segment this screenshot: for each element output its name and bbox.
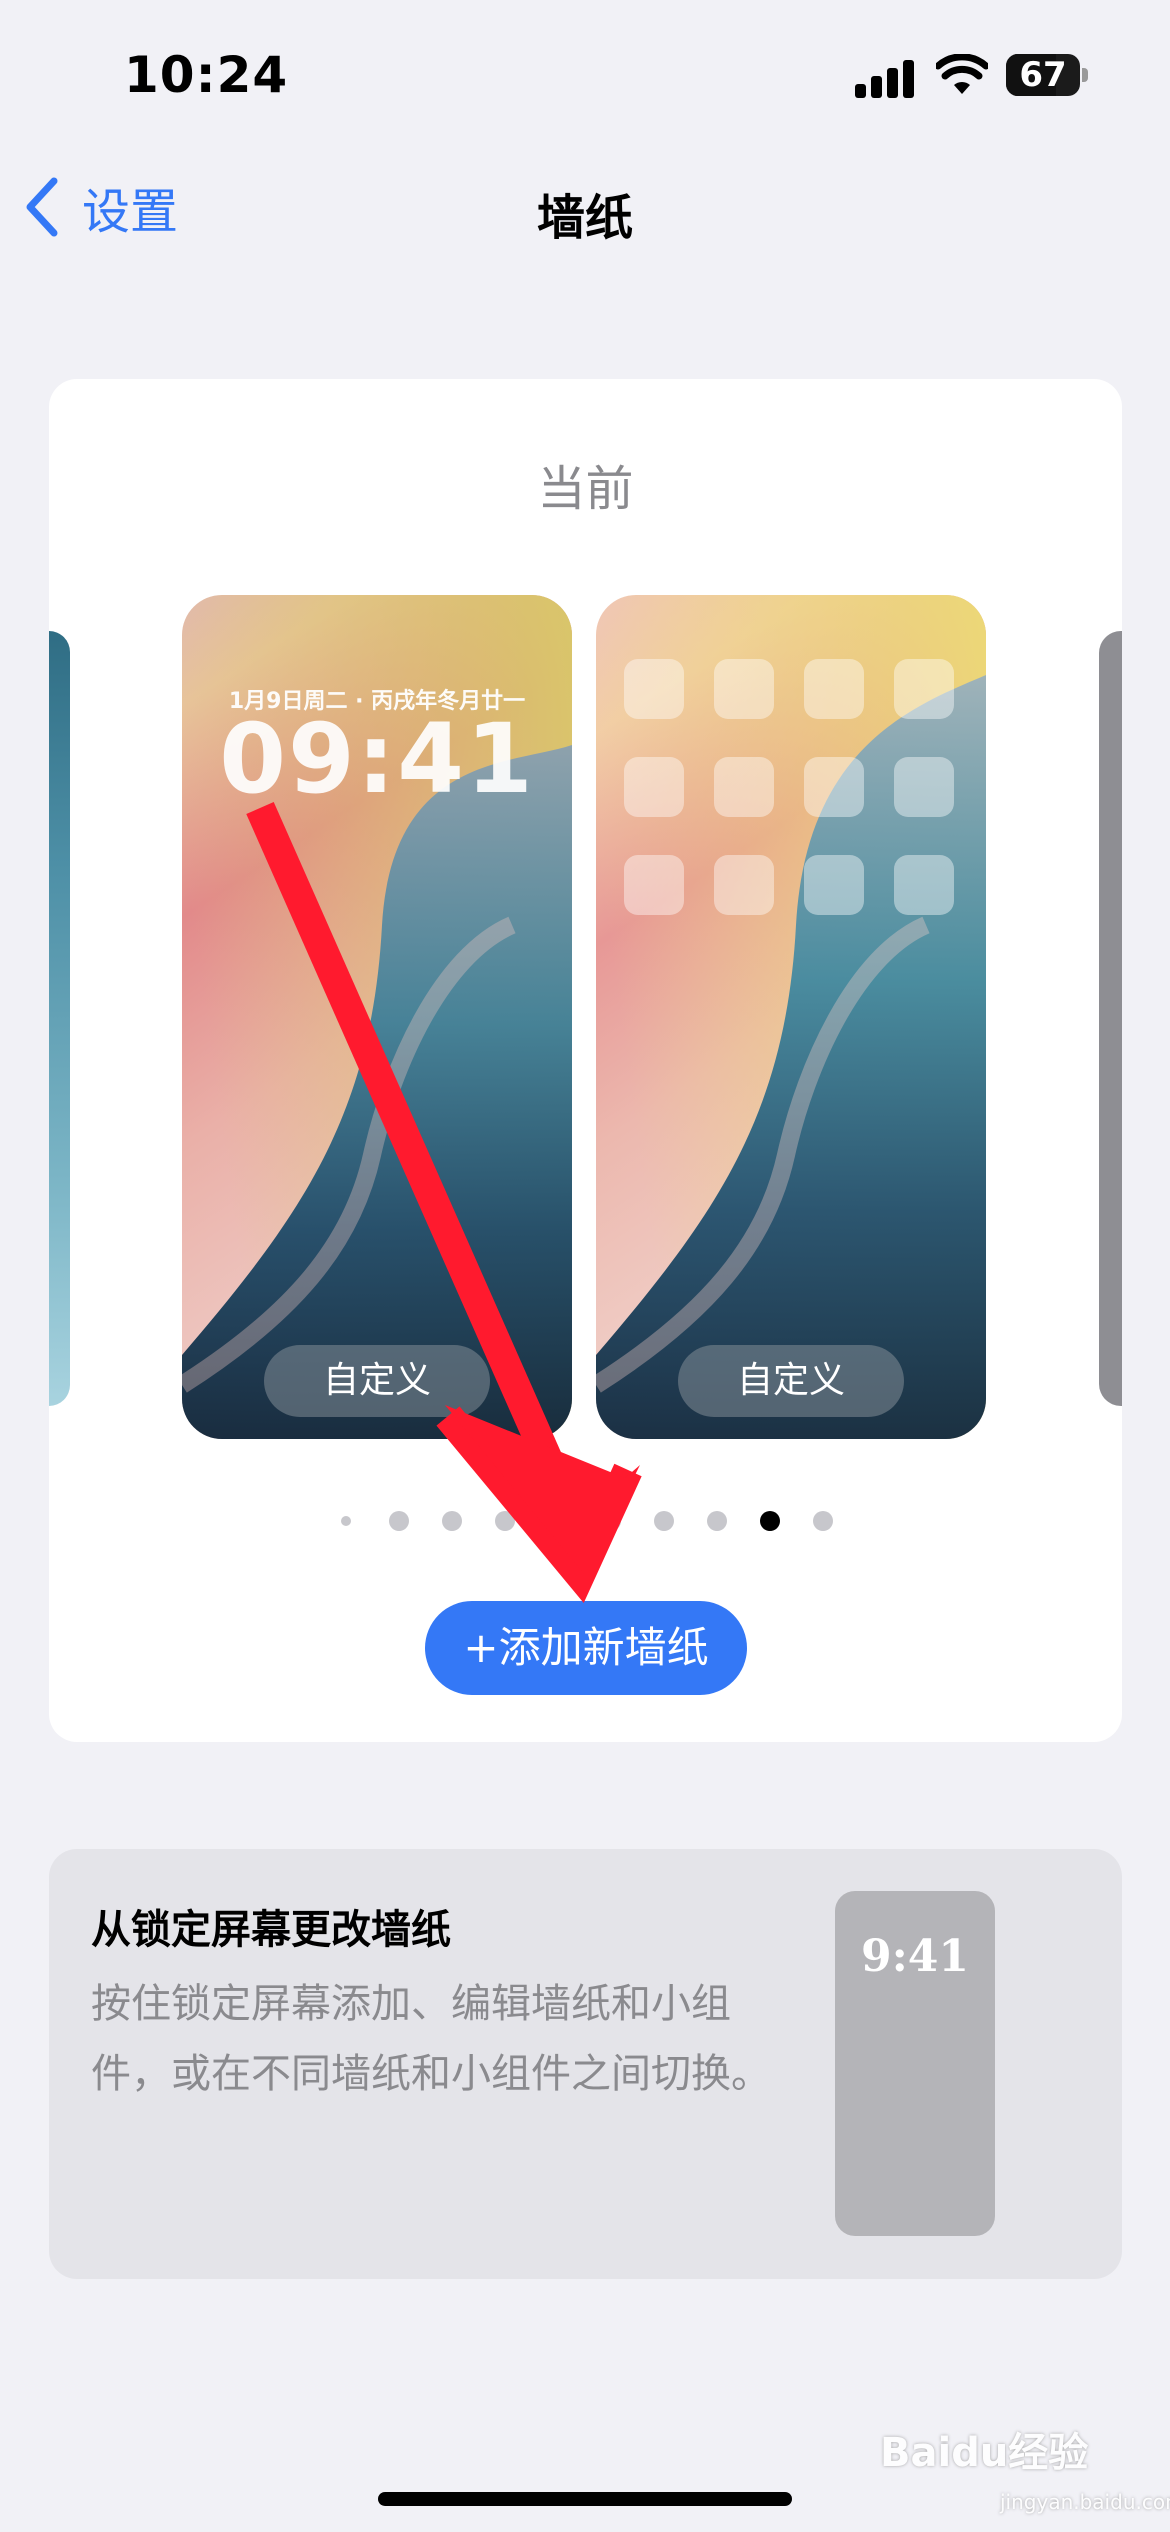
page-dot [341,1516,351,1526]
app-icon-placeholder [624,757,684,817]
lock-screen-time: 09:41 [219,703,535,815]
cellular-signal-icon [855,58,915,98]
page-indicator[interactable] [49,1509,1122,1533]
app-icon-placeholder [804,855,864,915]
wallpaper-image [596,595,986,1439]
next-wallpaper-peek[interactable] [1099,631,1122,1406]
app-icon-placeholder [894,757,954,817]
app-icon-placeholder [894,659,954,719]
page-dot [813,1511,833,1531]
lock-screen-thumbnail: 9:41 [835,1891,995,2236]
app-icon-placeholder [624,855,684,915]
tip-title: 从锁定屏幕更改墙纸 [91,1907,451,1953]
page-dot [707,1511,727,1531]
page-dot [442,1511,462,1531]
thumbnail-time: 9:41 [860,1931,970,1982]
lock-screen-preview[interactable]: 1月9日周二 · 丙戌年冬月廿一 09:41 自定义 [182,595,572,1439]
lock-screen-tip-card: 从锁定屏幕更改墙纸 按住锁定屏幕添加、编辑墙纸和小组件，或在不同墙纸和小组件之间… [49,1849,1122,2279]
app-icon-placeholder [624,659,684,719]
home-screen-preview[interactable]: 自定义 [596,595,986,1439]
app-icon-placeholder [714,757,774,817]
customize-lock-screen-button[interactable]: 自定义 [264,1345,490,1417]
page-title: 墙纸 [536,190,633,246]
page-dot [389,1511,409,1531]
home-indicator[interactable] [378,2492,792,2506]
battery-percent: 67 [1019,55,1067,95]
app-icon-placeholder [804,659,864,719]
wifi-icon [934,53,990,96]
status-time: 10:24 [124,46,289,104]
add-new-wallpaper-button[interactable]: +添加新墙纸 [425,1601,747,1695]
page-dot [654,1511,674,1531]
previous-wallpaper-peek[interactable] [49,631,70,1406]
customize-home-screen-button[interactable]: 自定义 [678,1345,904,1417]
page-dot [760,1511,780,1531]
watermark-url: jingyan.baidu.com [1000,2490,1170,2514]
page-dot [601,1511,621,1531]
app-icon-placeholder [714,855,774,915]
app-icon-placeholder [894,855,954,915]
watermark-logo: Baidu经验 [880,2430,1089,2476]
page-dot [548,1511,568,1531]
current-wallpaper-card: 当前 1月9日周二 · 丙戌年冬月廿一 09:41 自定义 自定义 +添加新墙纸 [49,379,1122,1742]
page-dot [495,1511,515,1531]
battery-icon: 67 [1006,54,1088,98]
app-icon-placeholder [804,757,864,817]
app-icon-placeholder [714,659,774,719]
tip-body: 按住锁定屏幕添加、编辑墙纸和小组件，或在不同墙纸和小组件之间切换。 [91,1981,771,2097]
current-label: 当前 [537,461,634,517]
